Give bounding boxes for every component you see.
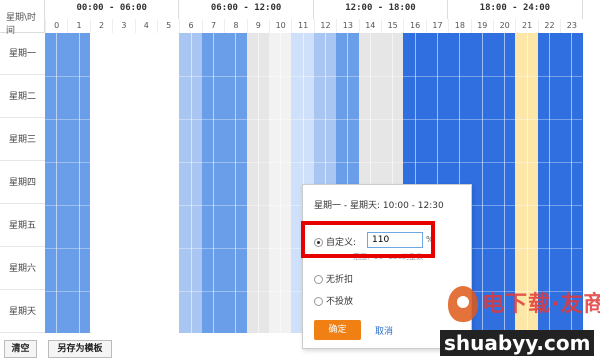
no-serve-radio[interactable]: [314, 297, 323, 306]
cancel-link[interactable]: 取消: [375, 324, 393, 337]
hour-header[interactable]: 1: [67, 19, 89, 33]
half-hour-divider: [145, 33, 147, 333]
half-hour-divider: [190, 33, 192, 333]
hour-header[interactable]: 9: [246, 19, 269, 33]
half-hour-divider: [123, 33, 125, 333]
period-header[interactable]: 12:00 - 18:00: [314, 0, 449, 19]
hour-header[interactable]: 11: [291, 19, 313, 33]
watermark-url: shuabyy.com: [440, 330, 595, 356]
half-hour-divider: [280, 33, 282, 333]
half-hour-divider: [101, 33, 102, 333]
day-row-label[interactable]: 星期四: [0, 162, 45, 204]
watermark-brand: 电下载·友商网: [482, 292, 600, 317]
day-row-label[interactable]: 星期五: [0, 205, 45, 247]
hour-header[interactable]: 3: [112, 19, 134, 33]
hour-header[interactable]: 23: [560, 19, 582, 33]
confirm-button[interactable]: 确定: [314, 320, 361, 340]
half-hour-divider: [56, 33, 58, 333]
day-row-divider: [45, 76, 582, 77]
hour-header[interactable]: 22: [537, 19, 560, 33]
hour-header[interactable]: 15: [381, 19, 403, 33]
period-header[interactable]: 06:00 - 12:00: [179, 0, 314, 19]
grid-corner: 星期\时间: [0, 0, 45, 36]
hour-header[interactable]: 17: [425, 19, 448, 33]
no-serve-label: 不投放: [326, 297, 354, 307]
day-row-label[interactable]: 星期天: [0, 291, 45, 333]
no-discount-radio[interactable]: [314, 275, 323, 284]
annotation-highlight-box: [301, 221, 435, 258]
period-header[interactable]: 18:00 - 24:00: [448, 0, 583, 19]
half-hour-divider: [168, 33, 170, 333]
hour-header[interactable]: 5: [157, 19, 179, 33]
hour-header[interactable]: 2: [89, 19, 112, 33]
hour-header[interactable]: 4: [134, 19, 157, 33]
hour-header[interactable]: 21: [515, 19, 537, 33]
hour-header[interactable]: 0: [45, 19, 67, 33]
save-template-button[interactable]: 另存为模板: [48, 340, 112, 358]
half-hour-divider: [213, 33, 214, 333]
hour-header[interactable]: 14: [358, 19, 381, 33]
hour-header[interactable]: 12: [313, 19, 336, 33]
day-row-divider: [45, 119, 582, 120]
half-hour-divider: [257, 33, 259, 333]
hour-header[interactable]: 10: [269, 19, 291, 33]
hour-header[interactable]: 18: [448, 19, 470, 33]
hour-header[interactable]: 19: [470, 19, 493, 33]
hour-header[interactable]: 20: [493, 19, 515, 33]
hour-header[interactable]: 7: [201, 19, 224, 33]
clear-button[interactable]: 清空: [4, 340, 37, 358]
day-row-label[interactable]: 星期一: [0, 33, 45, 75]
half-hour-divider: [78, 33, 80, 333]
period-header[interactable]: 00:00 - 06:00: [45, 0, 180, 19]
no-serve-option[interactable]: 不投放: [314, 294, 353, 307]
popup-time-range: 星期一 - 星期天: 10:00 - 12:30: [314, 201, 444, 211]
watermark-logo-icon: [448, 286, 478, 322]
no-discount-option[interactable]: 无折扣: [314, 272, 353, 285]
hour-header[interactable]: 8: [224, 19, 246, 33]
hour-header[interactable]: 6: [179, 19, 201, 33]
day-row-divider: [45, 162, 582, 163]
site-watermark: 电下载·友商网 shuabyy.com: [440, 278, 600, 361]
no-discount-label: 无折扣: [326, 275, 354, 285]
day-row-label[interactable]: 星期六: [0, 248, 45, 290]
hour-header[interactable]: 16: [403, 19, 425, 33]
hour-header[interactable]: 13: [336, 19, 358, 33]
day-row-label[interactable]: 星期三: [0, 119, 45, 161]
half-hour-divider: [235, 33, 237, 333]
day-row-label[interactable]: 星期二: [0, 76, 45, 118]
